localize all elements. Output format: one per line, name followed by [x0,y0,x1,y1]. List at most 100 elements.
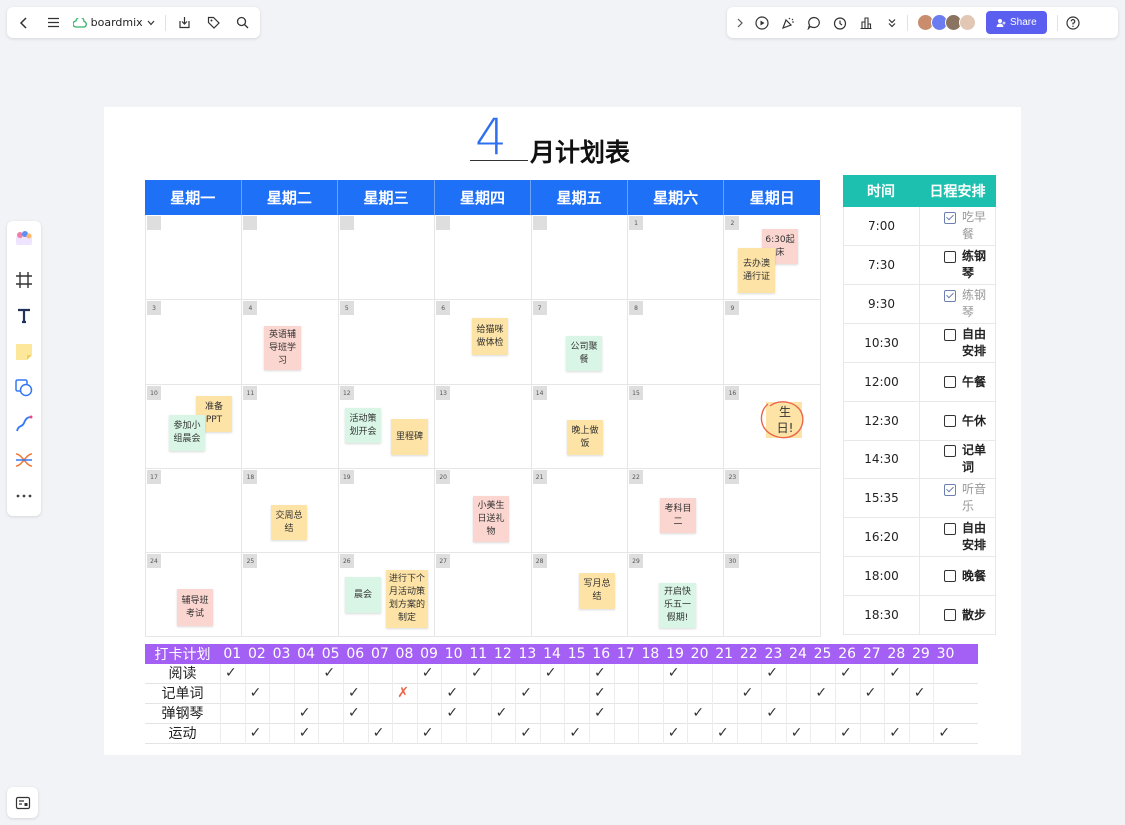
checkin-cell[interactable] [416,704,442,724]
checkin-cell[interactable] [613,684,639,704]
task-checkbox[interactable] [944,609,956,621]
checkin-cell[interactable]: ✓ [441,684,466,704]
checkin-cell[interactable] [441,664,466,684]
checkin-cell[interactable] [367,664,393,684]
checkin-cell[interactable] [662,704,688,724]
calendar-day-cell[interactable] [435,215,532,300]
checkin-cell[interactable] [244,664,270,684]
sticky-note[interactable]: 里程碑 [391,419,428,455]
checkin-cell[interactable] [835,704,860,724]
task-checkbox[interactable] [944,445,956,458]
sticky-note[interactable]: 交周总结 [271,505,307,540]
checkin-cell[interactable] [220,684,245,704]
sticky-note[interactable]: 晚上做饭 [567,420,603,455]
checkin-cell[interactable]: ✓ [662,664,688,684]
play-icon[interactable] [751,12,773,34]
back-icon[interactable] [15,12,34,34]
task-checkbox[interactable] [944,289,956,302]
checkin-cell[interactable] [613,704,639,724]
tag-icon[interactable] [204,12,223,34]
templates-icon[interactable] [12,226,36,250]
checkin-cell[interactable]: ✓ [835,724,860,744]
checkin-cell[interactable] [564,664,589,684]
checkin-cell[interactable] [613,724,639,744]
checkin-cell[interactable] [712,664,737,684]
checkin-cell[interactable] [367,684,393,704]
checkin-cell[interactable] [712,704,737,724]
checkin-cell[interactable] [269,704,294,724]
checkin-cell[interactable]: ✓ [416,724,442,744]
checkin-cell[interactable]: ✓ [367,724,393,744]
checkin-cell[interactable] [539,684,565,704]
frame-icon[interactable] [12,268,36,292]
checkin-cell[interactable] [810,724,835,744]
checkin-cell[interactable] [810,664,835,684]
calendar-day-cell[interactable]: 15 [628,385,725,469]
checkin-cell[interactable] [761,724,786,744]
calendar-day-cell[interactable]: 25 [242,553,339,637]
more-chevrons-icon[interactable] [881,12,903,34]
checkin-cell[interactable] [293,664,319,684]
checkin-cell[interactable] [392,664,417,684]
checkin-cell[interactable]: ✓ [220,664,245,684]
checkin-cell[interactable] [859,664,885,684]
checkin-cell[interactable]: ✓ [908,684,934,704]
checkin-cell[interactable]: ✓ [736,684,762,704]
checkin-cell[interactable]: ✓ [416,664,442,684]
checkin-cell[interactable] [539,704,565,724]
more-icon[interactable] [12,484,36,508]
sticky-note[interactable]: 开启快乐五一假期! [659,583,696,628]
calendar-day-cell[interactable]: 1 [628,215,725,300]
text-icon[interactable] [12,304,36,328]
sticky-note[interactable]: 小美生日送礼物 [473,496,509,542]
checkin-cell[interactable]: ✓ [810,684,835,704]
checkin-cell[interactable] [515,664,540,684]
checkin-cell[interactable] [736,724,762,744]
task-checkbox[interactable] [944,375,956,388]
checkin-cell[interactable] [662,684,688,704]
calendar-day-cell[interactable] [338,215,436,300]
calendar-day-cell[interactable]: 11 [242,385,339,469]
checkin-cell[interactable] [859,724,885,744]
checkin-cell[interactable]: ✓ [662,724,688,744]
checkin-cell[interactable]: ✓ [490,704,516,724]
checkin-cell[interactable] [269,664,294,684]
task-checkbox[interactable] [944,484,956,497]
checkin-cell[interactable] [884,704,909,724]
checkin-cell[interactable] [785,704,811,724]
calendar-day-cell[interactable] [146,215,243,300]
calendar-day-cell[interactable]: 27 [435,553,532,637]
checkin-cell[interactable]: ✓ [441,704,466,724]
checkin-cell[interactable]: ✓ [884,664,909,684]
checkin-cell[interactable] [343,664,368,684]
minimap-toggle[interactable] [7,787,38,818]
menu-icon[interactable] [44,12,63,34]
checkin-cell[interactable] [490,684,516,704]
avatar[interactable] [959,14,976,31]
checkin-cell[interactable]: ✓ [244,724,270,744]
calendar-day-cell[interactable]: 23 [724,469,821,553]
checkin-cell[interactable]: ✓ [515,684,540,704]
checkin-cell[interactable]: ✓ [539,664,565,684]
timer-icon[interactable] [829,12,851,34]
checkin-cell[interactable]: ✓ [589,684,614,704]
checkin-cell[interactable] [490,724,516,744]
checkin-cell[interactable]: ✓ [884,724,909,744]
checkin-cell[interactable] [638,704,663,724]
checkin-cell[interactable]: ✓ [244,684,270,704]
checkin-cell[interactable] [392,724,417,744]
checkin-cell[interactable] [785,684,811,704]
birthday-circle-note[interactable]: 生日! [756,398,806,442]
sticky-note[interactable]: 进行下个月活动策划方案的制定 [386,570,428,628]
checkin-cell[interactable]: ✓ [343,684,368,704]
shapes-icon[interactable] [12,376,36,400]
calendar-day-cell[interactable]: 9 [724,300,821,385]
checkin-cell[interactable] [244,704,270,724]
checkin-cell[interactable] [810,704,835,724]
checkin-cell[interactable]: ✓ [835,664,860,684]
sticky-note[interactable]: 辅导班考试 [177,589,213,626]
checkin-cell[interactable]: ✓ [761,664,786,684]
checkin-cell[interactable] [564,704,589,724]
checkin-cell[interactable] [638,664,663,684]
sticky-note[interactable]: 写月总结 [579,573,615,609]
